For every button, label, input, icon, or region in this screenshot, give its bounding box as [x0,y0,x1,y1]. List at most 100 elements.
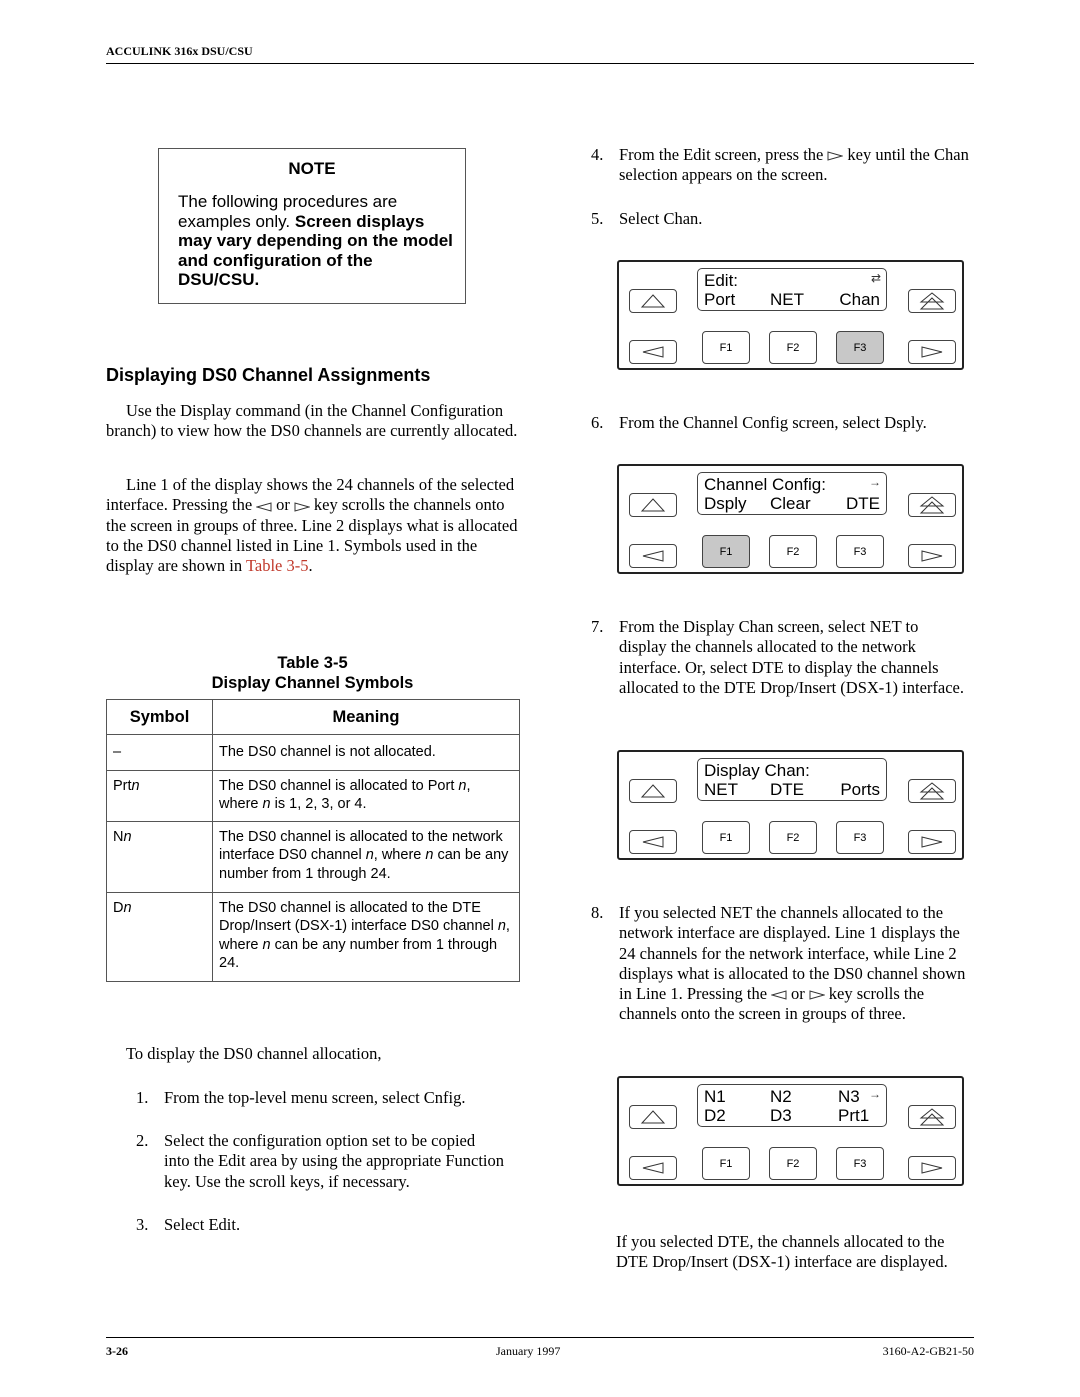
right-arrow-key-icon [294,501,310,512]
left-arrow-key-icon [771,990,787,1001]
symbol-variable: n [123,900,132,917]
step-text: Select the configuration option set to b… [164,1131,504,1191]
device-panel: Channel Config: Dsply Clear DTE → F1 F2 F3 [617,464,964,574]
lcd-field: NET [704,780,738,799]
top-menu-key[interactable] [908,1105,956,1129]
scroll-indicator-icon: → [869,1087,881,1101]
function-key-label: F2 [786,1157,800,1170]
symbol-variable: n [123,829,132,846]
right-arrow-key-icon [827,151,844,161]
left-scroll-key[interactable] [629,830,677,854]
function-key-f3[interactable]: F3 [836,821,884,854]
step-number: 1. [136,1088,149,1107]
up-arrow-icon [640,784,666,798]
lcd-display: Display Chan: NET DTE Ports [697,758,887,801]
step-text: or [791,984,805,1004]
left-arrow-icon [642,346,664,358]
symbol-cell: Prtn [106,769,213,823]
lcd-field: Display Chan: [704,761,810,780]
function-key-f3[interactable]: F3 [836,535,884,568]
function-key-f2[interactable]: F2 [769,331,817,364]
function-key-label: F3 [853,545,867,558]
left-arrow-icon [642,550,664,562]
right-scroll-key[interactable] [908,544,956,568]
lcd-display: Channel Config: Dsply Clear DTE → [697,472,887,515]
right-arrow-icon [921,1162,943,1174]
up-arrow-icon [640,294,666,308]
function-key-label: F1 [719,1157,733,1170]
header-symbol: Symbol [106,698,213,736]
right-scroll-key[interactable] [908,1156,956,1180]
symbol-cell: – [106,734,213,771]
footer-date: January 1997 [496,1344,561,1358]
left-scroll-key[interactable] [629,340,677,364]
lcd-field: N2 [770,1087,792,1106]
lcd-field: Ports [840,780,880,799]
function-key-f3[interactable]: F3 [836,1147,884,1180]
function-key-f2[interactable]: F2 [769,1147,817,1180]
scroll-indicator-icon: ⇄ [870,271,881,285]
lcd-line-1: N1 N2 N3 [704,1087,880,1106]
up-key[interactable] [629,1105,677,1129]
doc-id: 3160-A2-GB21-50 [882,1344,974,1358]
function-key-label: F2 [786,341,800,354]
function-key-label: F3 [853,341,867,354]
function-key-f1[interactable]: F1 [702,821,750,854]
right-arrow-icon [921,550,943,562]
symbol-cell: Dn [106,892,213,983]
function-key-label: F3 [853,831,867,844]
intro-paragraph: Use the Display command (in the Channel … [106,401,518,441]
table-link[interactable]: Table 3-5 [246,556,309,575]
device-panel: N1 N2 N3 D2 D3 Prt1 → F1 F2 F3 [617,1076,964,1186]
up-arrow-icon [640,498,666,512]
left-scroll-key[interactable] [629,1156,677,1180]
top-arrow-icon [919,782,945,800]
device-panel: Edit: Port NET Chan ⇄ F1 F2 F3 [617,260,964,370]
step-number: 8. [591,903,604,922]
right-scroll-key[interactable] [908,340,956,364]
up-key[interactable] [629,289,677,313]
table-row: Nn The DS0 channel is allocated to the n… [106,821,520,894]
lcd-field: Chan [839,290,880,309]
function-key-label: F2 [786,545,800,558]
footer-rule [106,1337,974,1338]
function-key-f1[interactable]: F1 [702,535,750,568]
lcd-field: DTE [770,780,804,799]
text: or [276,495,290,515]
lcd-line-1: Edit: [704,271,880,290]
step-text: Select Chan. [619,209,703,228]
lcd-line-2: Port NET Chan [704,290,880,309]
device-panel: Display Chan: NET DTE Ports F1 F2 F3 [617,750,964,860]
lcd-field: Edit: [704,271,739,290]
left-scroll-key[interactable] [629,544,677,568]
symbol: D [113,900,124,917]
lcd-field: NET [770,290,804,309]
lcd-field: Clear [770,494,811,513]
lcd-line-1: Channel Config: [704,475,880,494]
function-key-label: F2 [786,831,800,844]
function-key-f2[interactable]: F2 [769,821,817,854]
note-title: NOTE [288,159,336,178]
top-menu-key[interactable] [908,493,956,517]
function-key-label: F1 [719,831,733,844]
right-arrow-icon [921,346,943,358]
function-key-f1[interactable]: F1 [702,331,750,364]
symbols-table: Symbol Meaning – The DS0 channel is not … [106,698,520,983]
lcd-field: N1 [704,1087,726,1106]
lcd-display: N1 N2 N3 D2 D3 Prt1 → [697,1084,887,1127]
top-menu-key[interactable] [908,779,956,803]
right-scroll-key[interactable] [908,830,956,854]
symbol: – [113,744,122,761]
step-text: Select Edit. [164,1215,241,1234]
top-arrow-icon [919,1108,945,1126]
step-text: From the Display Chan screen, select NET… [619,617,964,697]
top-menu-key[interactable] [908,289,956,313]
function-key-f3[interactable]: F3 [836,331,884,364]
up-key[interactable] [629,493,677,517]
function-key-f1[interactable]: F1 [702,1147,750,1180]
up-key[interactable] [629,779,677,803]
table-title: Display Channel Symbols [211,674,414,692]
table-caption: Table 3-5 Display Channel Symbols [106,653,519,693]
function-key-f2[interactable]: F2 [769,535,817,568]
running-header: ACCULINK 316x DSU/CSU [106,44,253,58]
